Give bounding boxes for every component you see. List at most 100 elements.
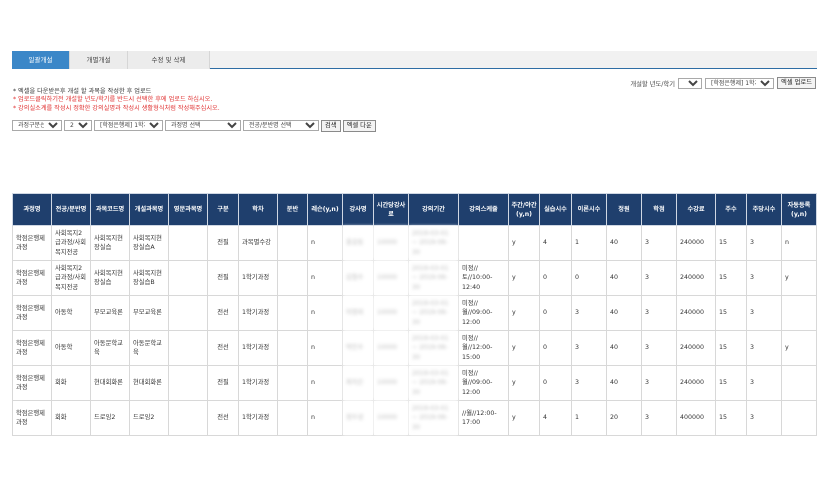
column-header: 정원 (606, 193, 642, 226)
table-cell: 부모교육론 (129, 295, 169, 331)
column-header: 수강료 (676, 193, 716, 226)
table-cell: n (307, 295, 343, 331)
table-cell: 3 (746, 365, 782, 401)
table-row: 학점은행제과정 회화 현대회화론 현대회화론 전필 1학기과정 n 최지은 10000 2019-… (12, 365, 817, 401)
table-cell: 40 (606, 365, 642, 401)
table-cell: 3 (641, 225, 677, 261)
column-header: 영문과목명 (168, 193, 208, 226)
column-header: 강의스케쥴 (458, 193, 509, 226)
table-cell (277, 330, 308, 366)
table-cell: 3 (571, 295, 607, 331)
table-cell: 15 (715, 330, 747, 366)
table-cell: y (508, 225, 540, 261)
table-cell (168, 225, 208, 261)
table-cell (277, 400, 308, 436)
tab-individual-open[interactable]: 개별개설 (70, 51, 128, 69)
table-cell: 10000 (373, 365, 409, 401)
table-cell: 미정//토//10:00-12:40 (458, 260, 509, 296)
table-cell: 최지은 (342, 365, 374, 401)
table-cell: 미정//월//12:00-15:00 (458, 330, 509, 366)
table-cell: 15 (715, 225, 747, 261)
table-cell: 15 (715, 295, 747, 331)
table-row: 학점은행제과정 사회복지2급과정/사회복지전공 사회복지현장실습 사회복지현장실습A 전… (12, 225, 817, 261)
table-cell (277, 365, 308, 401)
table-cell (168, 400, 208, 436)
table-cell: 전필 (207, 225, 239, 261)
table-cell: 전필 (207, 260, 239, 296)
column-header: 이론시수 (571, 193, 607, 226)
upload-term-select[interactable]: [학점은행제] 1학기 (705, 77, 775, 89)
table-cell: 미정//월//09:00-12:00 (458, 365, 509, 401)
course-select[interactable]: 과정명 선택 (165, 120, 241, 131)
table-cell: 240000 (676, 365, 716, 401)
excel-upload-button[interactable]: 엑셀 업로드 (777, 77, 816, 89)
table-cell: 3 (641, 330, 677, 366)
column-header: 구분 (207, 193, 239, 226)
table-cell: 2019-03-01 ~ 2019-06-30 (408, 225, 459, 261)
table-cell: 2019-03-01 ~ 2019-06-30 (408, 260, 459, 296)
table-cell: 김철수 (342, 260, 374, 296)
table-cell: 1 (571, 225, 607, 261)
column-header: 시간당강사료 (373, 193, 409, 226)
table-cell: 3 (746, 295, 782, 331)
table-cell: y (508, 330, 540, 366)
table-cell: 10000 (373, 330, 409, 366)
tab-edit-delete[interactable]: 수정 및 삭제 (128, 51, 210, 69)
table-row: 학점은행제과정 회화 드로잉2 드로잉2 전선 1학기과정 n 정우성 10000 2019-03… (12, 400, 817, 436)
column-header: 주간/야간(y,n) (508, 193, 540, 226)
table-cell: y (508, 365, 540, 401)
table-cell: 1 (571, 400, 607, 436)
table-cell: 10000 (373, 225, 409, 261)
table-cell: 40 (606, 260, 642, 296)
year-select[interactable]: 2019 (64, 120, 92, 131)
table-cell: 학점은행제과정 (12, 295, 52, 331)
table-cell (277, 295, 308, 331)
excel-download-button[interactable]: 엑셀 다운 (342, 119, 376, 132)
table-cell: 사회복지2급과정/사회복지전공 (51, 225, 91, 261)
table-cell: 1학기과정 (238, 365, 278, 401)
table-cell: 전필 (207, 365, 239, 401)
table-cell: 사회복지현장실습A (129, 225, 169, 261)
course-type-select[interactable]: 과정구분선택 (12, 120, 62, 131)
table-cell: 사회복지2급과정/사회복지전공 (51, 260, 91, 296)
instruction-notes: * 엑셀을 다운받은후 개설 할 과목을 작성한 후 업로드 * 업로드클릭하기… (13, 88, 220, 113)
table-cell: 2019-03-01 ~ 2019-06-30 (408, 330, 459, 366)
table-cell (168, 330, 208, 366)
table-cell: 아동문학교육 (90, 330, 130, 366)
column-header: 자동등록(y,n) (781, 193, 817, 226)
column-header: 과정명 (12, 193, 52, 226)
upload-year-select[interactable]: 2019 (678, 77, 703, 89)
table-cell: 3 (746, 260, 782, 296)
table-cell: 240000 (676, 225, 716, 261)
table-cell: 10000 (373, 400, 409, 436)
table-cell: 현대회화론 (129, 365, 169, 401)
table-cell: 0 (539, 365, 572, 401)
table-cell: 2019-03-01 ~ 2019-06-30 (408, 295, 459, 331)
table-cell: 3 (746, 330, 782, 366)
search-button[interactable]: 검색 (321, 119, 341, 132)
table-cell: 3 (641, 260, 677, 296)
semester-label: 개설할 년도/학기 (630, 80, 676, 88)
table-cell: 홍길동 (342, 225, 374, 261)
table-cell: 3 (641, 295, 677, 331)
table-cell: 미정//월//09:00-12:00 (458, 295, 509, 331)
column-header: 주수 (715, 193, 747, 226)
table-cell: 15 (715, 260, 747, 296)
major-select[interactable]: 전공/분반명 선택 (243, 120, 319, 131)
table-cell: 정우성 (342, 400, 374, 436)
table-cell: 3 (571, 365, 607, 401)
column-header: 학점 (641, 193, 677, 226)
column-header: 강사명 (342, 193, 374, 226)
term-select[interactable]: [학점은행제] 1학기 (94, 120, 163, 131)
table-cell: y (781, 330, 817, 366)
table-cell: 학점은행제과정 (12, 400, 52, 436)
column-header: 레슨(y,n) (307, 193, 343, 226)
table-cell: 0 (539, 260, 572, 296)
table-cell (277, 260, 308, 296)
table-cell: 전선 (207, 400, 239, 436)
table-cell (781, 295, 817, 331)
table-cell: 40 (606, 330, 642, 366)
table-cell: 학점은행제과정 (12, 260, 52, 296)
tab-bulk-open[interactable]: 일괄개설 (12, 51, 70, 69)
table-cell: 드로잉2 (129, 400, 169, 436)
